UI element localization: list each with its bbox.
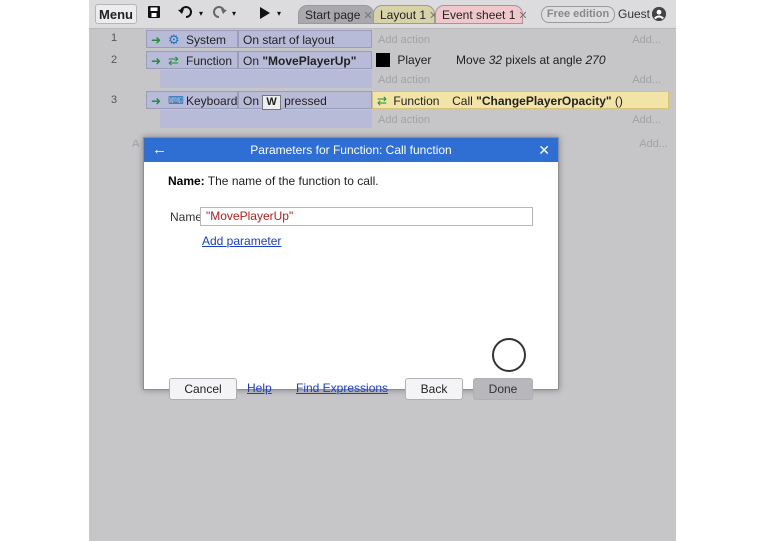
event-block-background [160, 110, 372, 128]
close-icon[interactable]: ✕ [538, 138, 550, 162]
tab-label: Start page [305, 8, 361, 22]
free-edition-badge[interactable]: Free edition [541, 6, 615, 23]
dialog-title: Parameters for Function: Call function [250, 143, 452, 157]
name-field-label: Name [170, 210, 203, 224]
mouse-cursor-highlight [492, 338, 526, 372]
condition-text[interactable]: On "MovePlayerUp" [238, 51, 372, 69]
play-dropdown-icon[interactable]: ▾ [275, 4, 283, 24]
condition-object-name: Function [186, 54, 233, 68]
back-arrow-icon[interactable]: ← [152, 138, 167, 162]
event-number: 1 [111, 32, 118, 44]
tab-label: Event sheet 1 [442, 8, 516, 22]
condition-object-name: System [186, 33, 227, 47]
parameter-description-label: Name: [168, 174, 205, 188]
action-function-name: "ChangePlayerOpacity" [476, 94, 612, 108]
back-button[interactable]: Back [405, 378, 463, 400]
event-number: 2 [111, 54, 118, 66]
event-row[interactable]: 2 ➜ ⇄ Function On "MovePlayerUp" Player … [89, 51, 676, 91]
action-row[interactable]: ⇄ Function Call "ChangePlayerOpacity" () [372, 91, 669, 109]
keyboard-icon: ⌨ [168, 95, 184, 107]
save-icon[interactable] [145, 4, 163, 24]
add-action-label: Add action [378, 114, 430, 126]
condition-object-name: Keyboard [186, 94, 238, 108]
player-sprite-icon [376, 53, 390, 67]
add-more-link[interactable]: Add... [639, 138, 668, 150]
add-parameter-link[interactable]: Add parameter [202, 234, 281, 248]
add-event-link[interactable]: A [132, 138, 139, 150]
condition-arrow-icon: ➜ [151, 33, 162, 47]
event-row[interactable]: 3 ➜ ⌨ Keyboard On W pressed ⇄ Function C… [89, 91, 676, 131]
add-action-link[interactable]: Add action Add... [372, 31, 669, 49]
condition-object[interactable]: ➜ ⚙ System [146, 30, 238, 48]
undo-icon[interactable] [177, 4, 195, 24]
play-icon[interactable] [257, 4, 273, 24]
find-expressions-link[interactable]: Find Expressions [296, 381, 388, 395]
tab-layout-1[interactable]: Layout 1 ✕ [373, 5, 438, 24]
close-icon[interactable]: ✕ [518, 10, 527, 22]
add-more-link[interactable]: Add... [632, 31, 661, 49]
dialog-body: Name: The name of the function to call. … [148, 162, 552, 400]
condition-text[interactable]: On start of layout [238, 30, 372, 48]
tab-label: Layout 1 [380, 8, 427, 22]
condition-function-name: "MovePlayerUp" [262, 54, 357, 68]
condition-on: On [243, 94, 260, 108]
condition-object[interactable]: ➜ ⌨ Keyboard [146, 91, 238, 109]
action-text-mid: pixels at angle [502, 53, 586, 67]
gear-icon: ⚙ [168, 32, 180, 47]
cancel-button[interactable]: Cancel [169, 378, 237, 400]
undo-dropdown-icon[interactable]: ▾ [197, 4, 205, 24]
parameter-description: Name: The name of the function to call. [168, 174, 379, 188]
tab-event-sheet-1[interactable]: Event sheet 1 ✕ [435, 5, 528, 24]
add-action-link[interactable]: Add action Add... [372, 111, 669, 129]
parameter-description-text: The name of the function to call. [204, 174, 379, 188]
help-link[interactable]: Help [247, 381, 272, 395]
action-value-angle: 270 [585, 53, 606, 67]
tab-start-page[interactable]: Start page ✕ [298, 5, 374, 24]
event-row[interactable]: 1 ➜ ⚙ System On start of layout Add acti… [89, 30, 676, 50]
action-text-prefix: Move [456, 53, 489, 67]
key-badge: W [262, 95, 281, 110]
dialog-title-bar: Parameters for Function: Call function ←… [144, 138, 558, 162]
action-text-prefix: Call [452, 94, 477, 108]
guest-label[interactable]: Guest [618, 5, 650, 24]
condition-arrow-icon: ➜ [151, 54, 162, 68]
condition-object[interactable]: ➜ ⇄ Function [146, 51, 238, 69]
redo-icon[interactable] [210, 4, 228, 24]
action-text-suffix: () [611, 94, 623, 108]
close-icon[interactable]: ✕ [363, 10, 372, 22]
user-icon[interactable] [652, 7, 666, 21]
action-object-name: Function [393, 94, 440, 108]
action-row[interactable]: Player Move 32 pixels at angle 270 [372, 51, 669, 69]
toolbar: Menu ▾ ▾ ▾ Start page ✕ Layout 1 ✕ Event s… [89, 0, 676, 29]
redo-dropdown-icon[interactable]: ▾ [230, 4, 238, 24]
menu-button[interactable]: Menu [95, 4, 137, 24]
event-number: 3 [111, 94, 118, 106]
add-more-link[interactable]: Add... [632, 71, 661, 89]
event-block-background [160, 70, 372, 88]
function-icon: ⇄ [377, 94, 388, 108]
name-input[interactable]: "MovePlayerUp" [200, 207, 533, 226]
add-action-link[interactable]: Add action Add... [372, 71, 669, 89]
add-action-label: Add action [378, 34, 430, 46]
condition-suffix: pressed [284, 94, 327, 108]
function-icon: ⇄ [168, 53, 179, 68]
condition-arrow-icon: ➜ [151, 94, 162, 108]
add-action-label: Add action [378, 74, 430, 86]
add-more-link[interactable]: Add... [632, 111, 661, 129]
condition-text-prefix: On [243, 54, 263, 68]
done-button[interactable]: Done [473, 378, 533, 400]
action-value-pixels: 32 [488, 53, 503, 67]
condition-text[interactable]: On W pressed [238, 91, 372, 110]
action-object-name: Player [397, 53, 432, 67]
